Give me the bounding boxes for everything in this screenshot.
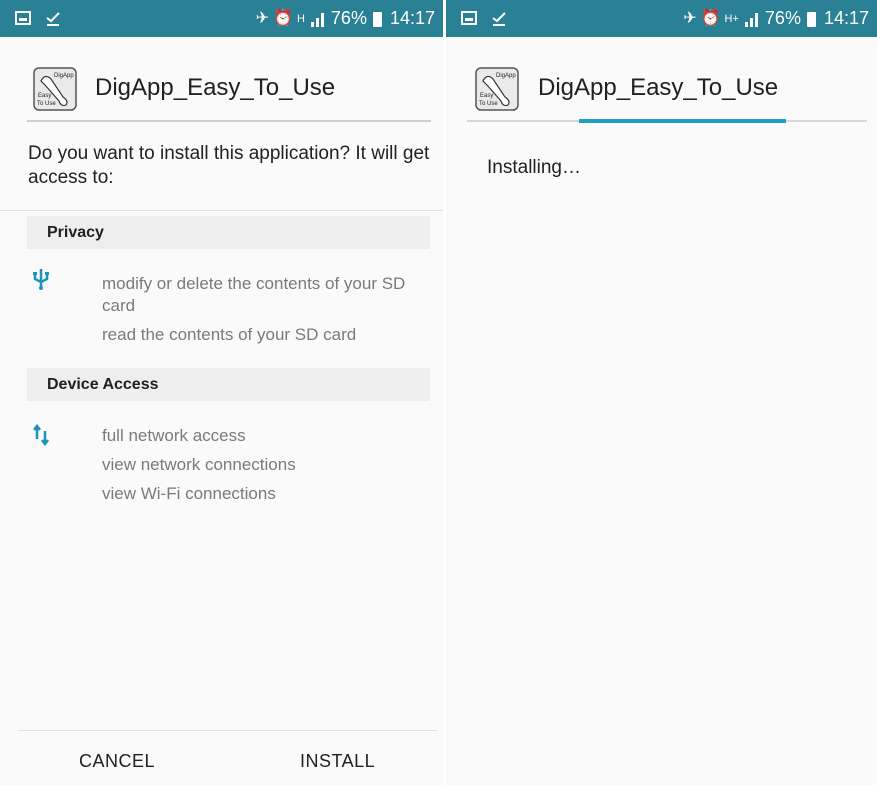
app-title: DigApp_Easy_To_Use — [538, 74, 779, 101]
install-question: Do you want to install this application?… — [28, 143, 430, 188]
installing-screen: ✈ ⏰ H+ 76% 14:17 DigApp Easy To Use DigA… — [446, 0, 877, 785]
battery-percent: 76% — [330, 8, 367, 28]
app-icon-text-1: DigApp — [54, 73, 74, 79]
network-arrows-icon — [33, 424, 49, 446]
battery-icon — [806, 12, 816, 27]
app-icon-text-3: To Use — [37, 101, 56, 107]
app-icon-text-2: Easy — [38, 93, 51, 99]
alarm-icon: ⏰ — [273, 9, 293, 27]
signal-icon — [744, 12, 758, 27]
gallery-icon — [461, 11, 477, 25]
permission-item: view Wi-Fi connections — [102, 484, 276, 503]
battery-percent: 76% — [764, 8, 801, 28]
download-done-icon — [46, 12, 60, 26]
clock: 14:17 — [389, 8, 435, 28]
network-type-icon: H+ — [724, 12, 739, 25]
clock: 14:17 — [823, 8, 869, 28]
installing-status: Installing… — [487, 157, 581, 178]
status-bar: ✈ ⏰ H+ 76% 14:17 — [446, 0, 877, 37]
permission-item: view network connections — [102, 455, 296, 474]
app-icon: DigApp Easy To Use — [475, 67, 519, 111]
usb-icon — [33, 269, 49, 290]
mute-icon: ✈ — [255, 9, 270, 27]
mute-icon: ✈ — [683, 9, 697, 27]
alarm-icon: ⏰ — [700, 9, 721, 27]
device-access-permissions: full network access view network connect… — [102, 425, 432, 512]
button-bar-divider — [18, 730, 437, 731]
app-icon: DigApp Easy To Use — [33, 67, 77, 111]
privacy-permissions: modify or delete the contents of your SD… — [102, 273, 432, 353]
header-divider — [27, 120, 431, 122]
status-bar: ✈ ⏰ H 76% 14:17 — [0, 0, 443, 37]
app-icon-text-3: To Use — [479, 101, 498, 107]
section-device-access-header: Device Access — [27, 368, 430, 401]
app-icon-text-2: Easy — [480, 93, 493, 99]
app-title: DigApp_Easy_To_Use — [95, 74, 336, 101]
gallery-icon — [15, 11, 31, 25]
permission-item: modify or delete the contents of your SD… — [102, 274, 406, 315]
section-privacy-header: Privacy — [27, 216, 430, 249]
install-permissions-screen: ✈ ⏰ H 76% 14:17 DigApp Easy To Use DigAp… — [0, 0, 443, 785]
permission-item: full network access — [102, 426, 246, 445]
app-icon-text-1: DigApp — [496, 73, 516, 79]
battery-icon — [372, 12, 382, 27]
question-divider — [0, 210, 443, 211]
network-type-icon: H — [296, 12, 305, 25]
install-progress-bar — [579, 119, 786, 123]
permission-item: read the contents of your SD card — [102, 325, 357, 344]
cancel-button[interactable]: CANCEL — [79, 746, 155, 776]
install-button[interactable]: INSTALL — [300, 746, 375, 776]
download-done-icon — [492, 12, 506, 26]
signal-icon — [310, 12, 324, 27]
